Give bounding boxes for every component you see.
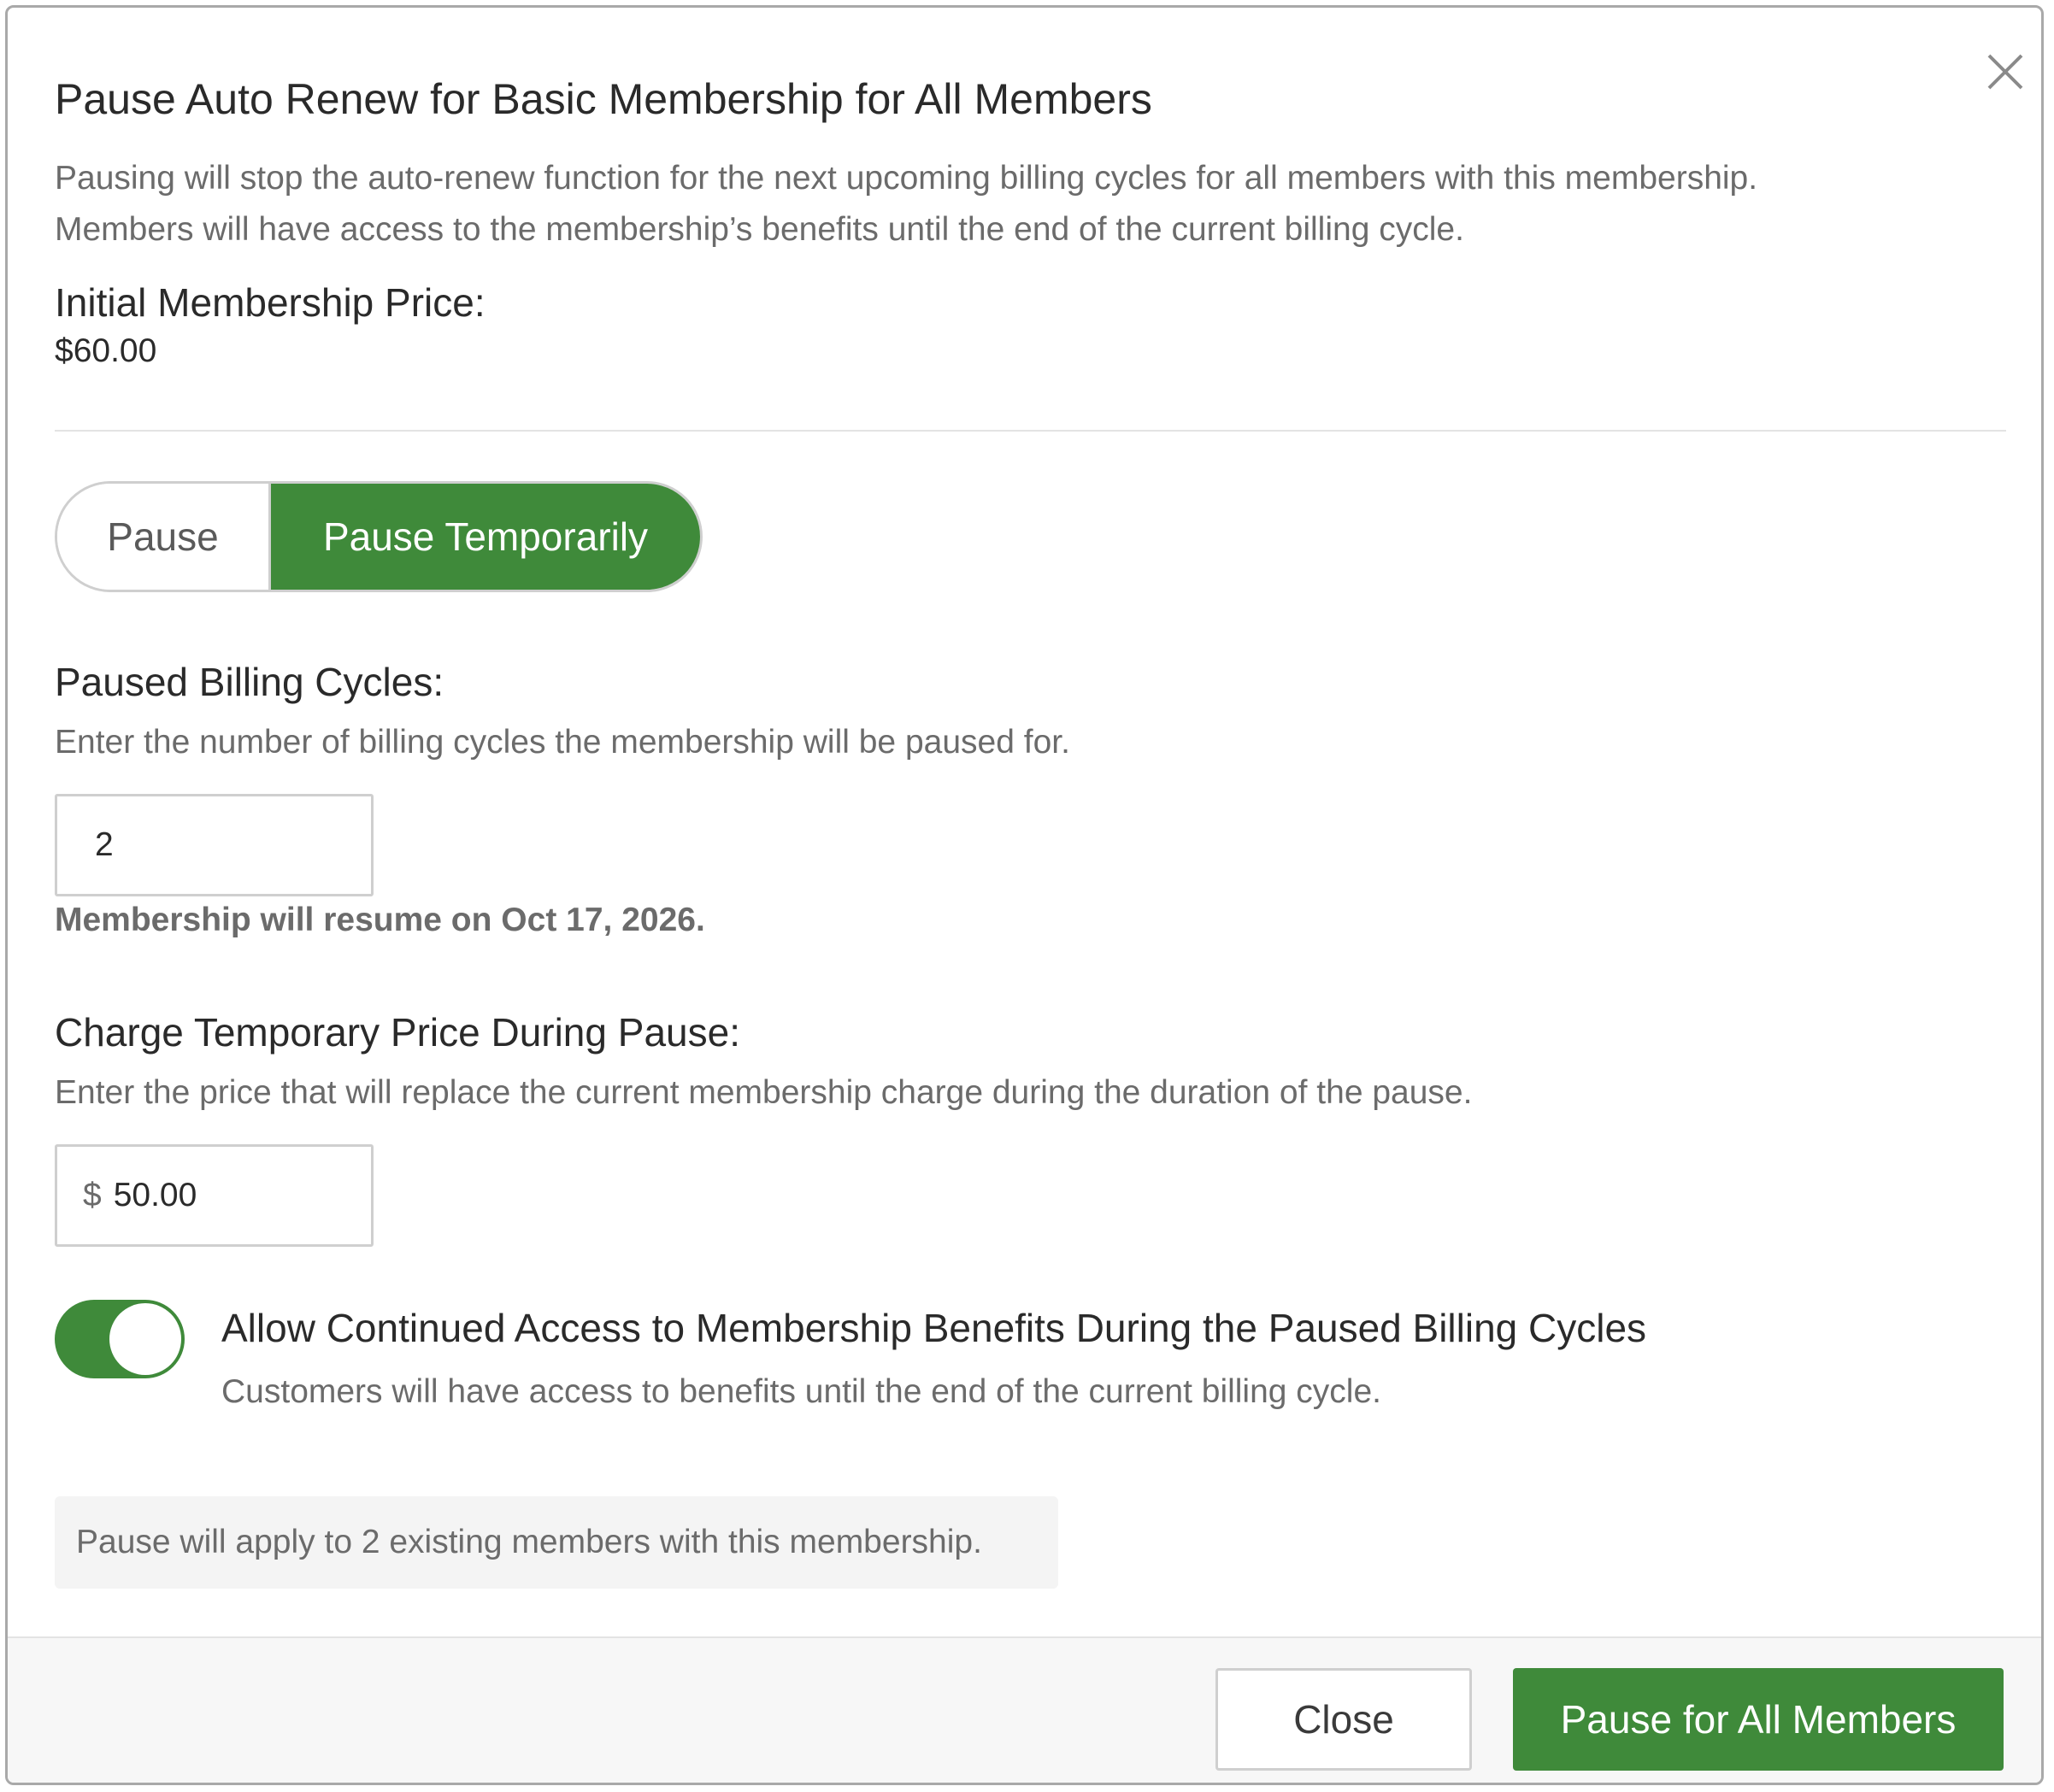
temp-price-value: 50.00 bbox=[113, 1177, 197, 1213]
dialog-footer: Close Pause for All Members bbox=[8, 1636, 2041, 1783]
pause-option-button[interactable]: Pause bbox=[57, 484, 271, 590]
continued-access-label: Allow Continued Access to Membership Ben… bbox=[221, 1306, 1647, 1350]
pause-for-all-members-button[interactable]: Pause for All Members bbox=[1513, 1668, 2004, 1771]
close-button[interactable]: Close bbox=[1215, 1668, 1472, 1771]
temp-price-label: Charge Temporary Price During Pause: bbox=[55, 1010, 740, 1055]
pause-auto-renew-dialog: Pause Auto Renew for Basic Membership fo… bbox=[5, 5, 2044, 1785]
temp-price-help: Enter the price that will replace the cu… bbox=[55, 1074, 1473, 1111]
continued-access-toggle[interactable] bbox=[55, 1300, 185, 1378]
paused-cycles-input[interactable]: 2 bbox=[55, 794, 374, 896]
pause-mode-toggle: Pause Pause Temporarily bbox=[55, 481, 703, 592]
paused-cycles-help: Enter the number of billing cycles the m… bbox=[55, 724, 1070, 761]
temp-price-input[interactable]: $ 50.00 bbox=[55, 1144, 374, 1247]
currency-symbol: $ bbox=[83, 1177, 102, 1213]
description-line-1: Pausing will stop the auto-renew functio… bbox=[55, 160, 1758, 197]
dialog-description: Pausing will stop the auto-renew functio… bbox=[55, 153, 1978, 256]
continued-access-help: Customers will have access to benefits u… bbox=[221, 1373, 1382, 1410]
initial-price-label: Initial Membership Price: bbox=[55, 280, 486, 325]
divider bbox=[55, 430, 2006, 432]
toggle-knob bbox=[109, 1303, 181, 1375]
paused-cycles-label: Paused Billing Cycles: bbox=[55, 660, 444, 704]
resume-date-note: Membership will resume on Oct 17, 2026. bbox=[55, 902, 705, 938]
dialog-title: Pause Auto Renew for Basic Membership fo… bbox=[55, 75, 1152, 123]
paused-cycles-value: 2 bbox=[95, 826, 114, 863]
close-icon[interactable] bbox=[1984, 50, 2027, 93]
initial-price-value: $60.00 bbox=[55, 332, 157, 369]
description-line-2: Members will have access to the membersh… bbox=[55, 211, 1464, 248]
pause-temporarily-option-button[interactable]: Pause Temporarily bbox=[271, 484, 700, 590]
info-notice: Pause will apply to 2 existing members w… bbox=[55, 1496, 1058, 1589]
